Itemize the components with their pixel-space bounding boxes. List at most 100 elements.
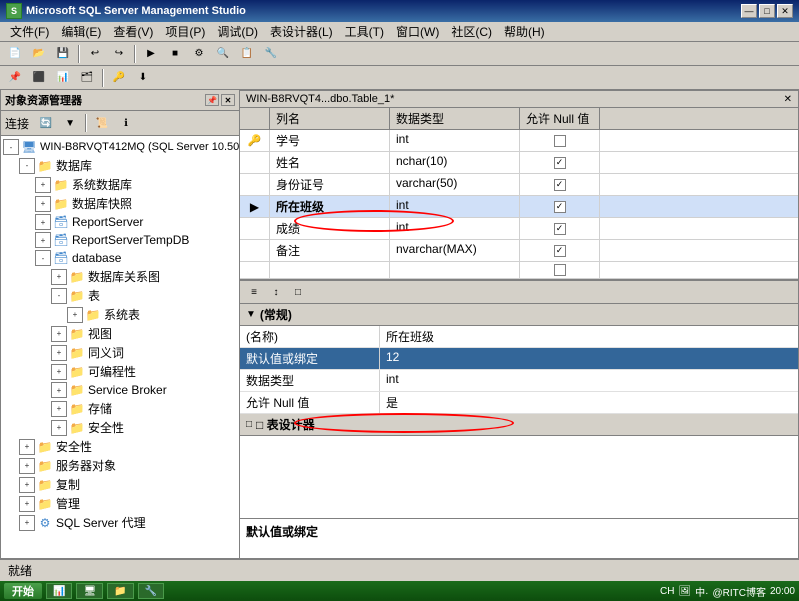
table-row[interactable]: 身份证号 varchar(50) — [240, 174, 798, 196]
tree-expand-database[interactable]: - — [35, 250, 51, 266]
table-row-selected[interactable]: ▶ 所在班级 int — [240, 196, 798, 218]
props-row-datatype[interactable]: 数据类型 int — [240, 370, 798, 392]
tree-expand-databases[interactable]: - — [19, 158, 35, 174]
props-row-default[interactable]: 默认值或绑定 12 — [240, 348, 798, 370]
props-row-nullable[interactable]: 允许 Null 值 是 — [240, 392, 798, 414]
menu-window[interactable]: 窗口(W) — [390, 21, 445, 42]
tree-item-server[interactable]: - 🖥 WIN-B8RVQT412MQ (SQL Server 10.50.16… — [1, 138, 239, 156]
tree-expand-programmability[interactable]: + — [51, 364, 67, 380]
start-button[interactable]: 开始 — [4, 583, 42, 599]
tree-item-storage[interactable]: + 📁 存储 — [1, 399, 239, 418]
menu-project[interactable]: 项目(P) — [159, 21, 211, 42]
taskbar-item-2[interactable]: 🖥 — [76, 583, 103, 599]
new-query-button[interactable]: 📄 — [4, 44, 26, 64]
tb2-btn3[interactable]: 📊 — [52, 68, 74, 88]
oe-filter-btn[interactable]: ▼ — [59, 113, 81, 133]
table-row[interactable]: 姓名 nchar(10) — [240, 152, 798, 174]
tree-item-replication[interactable]: + 📁 复制 — [1, 475, 239, 494]
nullable-checkbox-5[interactable] — [554, 223, 566, 235]
tb2-btn5[interactable]: 🔑 — [108, 68, 130, 88]
toolbar-btn-5[interactable]: 📋 — [236, 44, 258, 64]
tree-item-reportserver[interactable]: + 🗃 ReportServer — [1, 213, 239, 231]
nullable-checkbox-7[interactable] — [554, 264, 566, 276]
table-row-empty[interactable] — [240, 262, 798, 279]
row-colname-5[interactable]: 成绩 — [270, 218, 390, 239]
row-colname-3[interactable]: 身份证号 — [270, 174, 390, 195]
row-colname-1[interactable]: 学号 — [270, 130, 390, 151]
tree-expand-tables[interactable]: - — [51, 288, 67, 304]
tree-item-synonyms[interactable]: + 📁 同义词 — [1, 343, 239, 362]
menu-tools[interactable]: 工具(T) — [339, 21, 390, 42]
close-button[interactable]: ✕ — [777, 4, 793, 18]
tree-expand-dbdiagram[interactable]: + — [51, 269, 67, 285]
row-datatype-1[interactable]: int — [390, 130, 520, 151]
redo-button[interactable]: ↪ — [108, 44, 130, 64]
nullable-checkbox-3[interactable] — [554, 179, 566, 191]
tree-item-dbdiagram[interactable]: + 📁 数据库关系图 — [1, 267, 239, 286]
props-name-value[interactable]: 所在班级 — [380, 326, 798, 347]
minimize-button[interactable]: — — [741, 4, 757, 18]
tree-item-tables[interactable]: - 📁 表 — [1, 286, 239, 305]
tree-item-management[interactable]: + 📁 管理 — [1, 494, 239, 513]
tree-expand-storage[interactable]: + — [51, 401, 67, 417]
props-default-value[interactable]: 12 — [380, 348, 798, 369]
rp-close-btn[interactable]: ✕ — [784, 94, 792, 105]
props-nullable-value[interactable]: 是 — [380, 392, 798, 413]
props-datatype-value[interactable]: int — [380, 370, 798, 391]
tree-expand-security-db[interactable]: + — [51, 420, 67, 436]
row-datatype-2[interactable]: nchar(10) — [390, 152, 520, 173]
taskbar-item-1[interactable]: 📊 — [46, 583, 72, 599]
row-datatype-6[interactable]: nvarchar(MAX) — [390, 240, 520, 261]
tree-item-programmability[interactable]: + 📁 可编程性 — [1, 362, 239, 381]
undo-button[interactable]: ↩ — [84, 44, 106, 64]
nullable-checkbox-6[interactable] — [554, 245, 566, 257]
row-colname-7[interactable] — [270, 262, 390, 278]
props-view-btn[interactable]: □ — [288, 283, 308, 301]
tree-expand-sysdb[interactable]: + — [35, 177, 51, 193]
maximize-button[interactable]: □ — [759, 4, 775, 18]
tree-item-database[interactable]: - 🗃 database — [1, 249, 239, 267]
oe-scripts-btn[interactable]: 📜 — [91, 113, 113, 133]
menu-debug[interactable]: 调试(D) — [211, 21, 264, 42]
oe-refresh-btn[interactable]: 🔄 — [35, 113, 57, 133]
taskbar-item-3[interactable]: 📁 — [107, 583, 133, 599]
tree-expand-security[interactable]: + — [19, 439, 35, 455]
tree-expand-management[interactable]: + — [19, 496, 35, 512]
tb2-btn1[interactable]: 📌 — [4, 68, 26, 88]
open-button[interactable]: 📂 — [28, 44, 50, 64]
toolbar-btn-3[interactable]: ⚙ — [188, 44, 210, 64]
rp-tab-title[interactable]: WIN-B8RVQT4...dbo.Table_1* — [246, 93, 394, 105]
run-button[interactable]: ▶ — [140, 44, 162, 64]
tree-expand-views[interactable]: + — [51, 326, 67, 342]
tree-expand-systables[interactable]: + — [67, 307, 83, 323]
tree-item-service-broker[interactable]: + 📁 Service Broker — [1, 381, 239, 399]
save-button[interactable]: 💾 — [52, 44, 74, 64]
tree-expand-replication[interactable]: + — [19, 477, 35, 493]
tree-item-sql-agent[interactable]: + ⚙ SQL Server 代理 — [1, 513, 239, 532]
tb2-btn2[interactable]: ⬛ — [28, 68, 50, 88]
tree-expand-reportservertempdb[interactable]: + — [35, 232, 51, 248]
tree-expand-server[interactable]: - — [3, 139, 19, 155]
oe-props-btn[interactable]: ℹ — [115, 113, 137, 133]
props-section-normal[interactable]: ▼ (常规) — [240, 304, 798, 326]
oe-pin-btn[interactable]: 📌 — [205, 94, 219, 106]
tree-item-databases[interactable]: - 📁 数据库 — [1, 156, 239, 175]
stop-button[interactable]: ■ — [164, 44, 186, 64]
tb2-btn4[interactable]: 🗂 — [76, 68, 98, 88]
tree-expand-sql-agent[interactable]: + — [19, 515, 35, 531]
taskbar-item-4[interactable]: 🔧 — [138, 583, 164, 599]
tree-item-views[interactable]: + 📁 视图 — [1, 324, 239, 343]
row-datatype-4[interactable]: int — [390, 196, 520, 217]
row-colname-2[interactable]: 姓名 — [270, 152, 390, 173]
table-row[interactable]: 🔑 学号 int — [240, 130, 798, 152]
tree-item-sysdb[interactable]: + 📁 系统数据库 — [1, 175, 239, 194]
tree-item-systables[interactable]: + 📁 系统表 — [1, 305, 239, 324]
row-colname-4[interactable]: 所在班级 — [270, 196, 390, 217]
menu-help[interactable]: 帮助(H) — [498, 21, 551, 42]
props-expand-btn[interactable]: ↕ — [266, 283, 286, 301]
tree-item-security-db[interactable]: + 📁 安全性 — [1, 418, 239, 437]
tree-expand-reportserver[interactable]: + — [35, 214, 51, 230]
tree-item-security[interactable]: + 📁 安全性 — [1, 437, 239, 456]
menu-file[interactable]: 文件(F) — [4, 21, 55, 42]
tree-item-reportservertempdb[interactable]: + 🗃 ReportServerTempDB — [1, 231, 239, 249]
